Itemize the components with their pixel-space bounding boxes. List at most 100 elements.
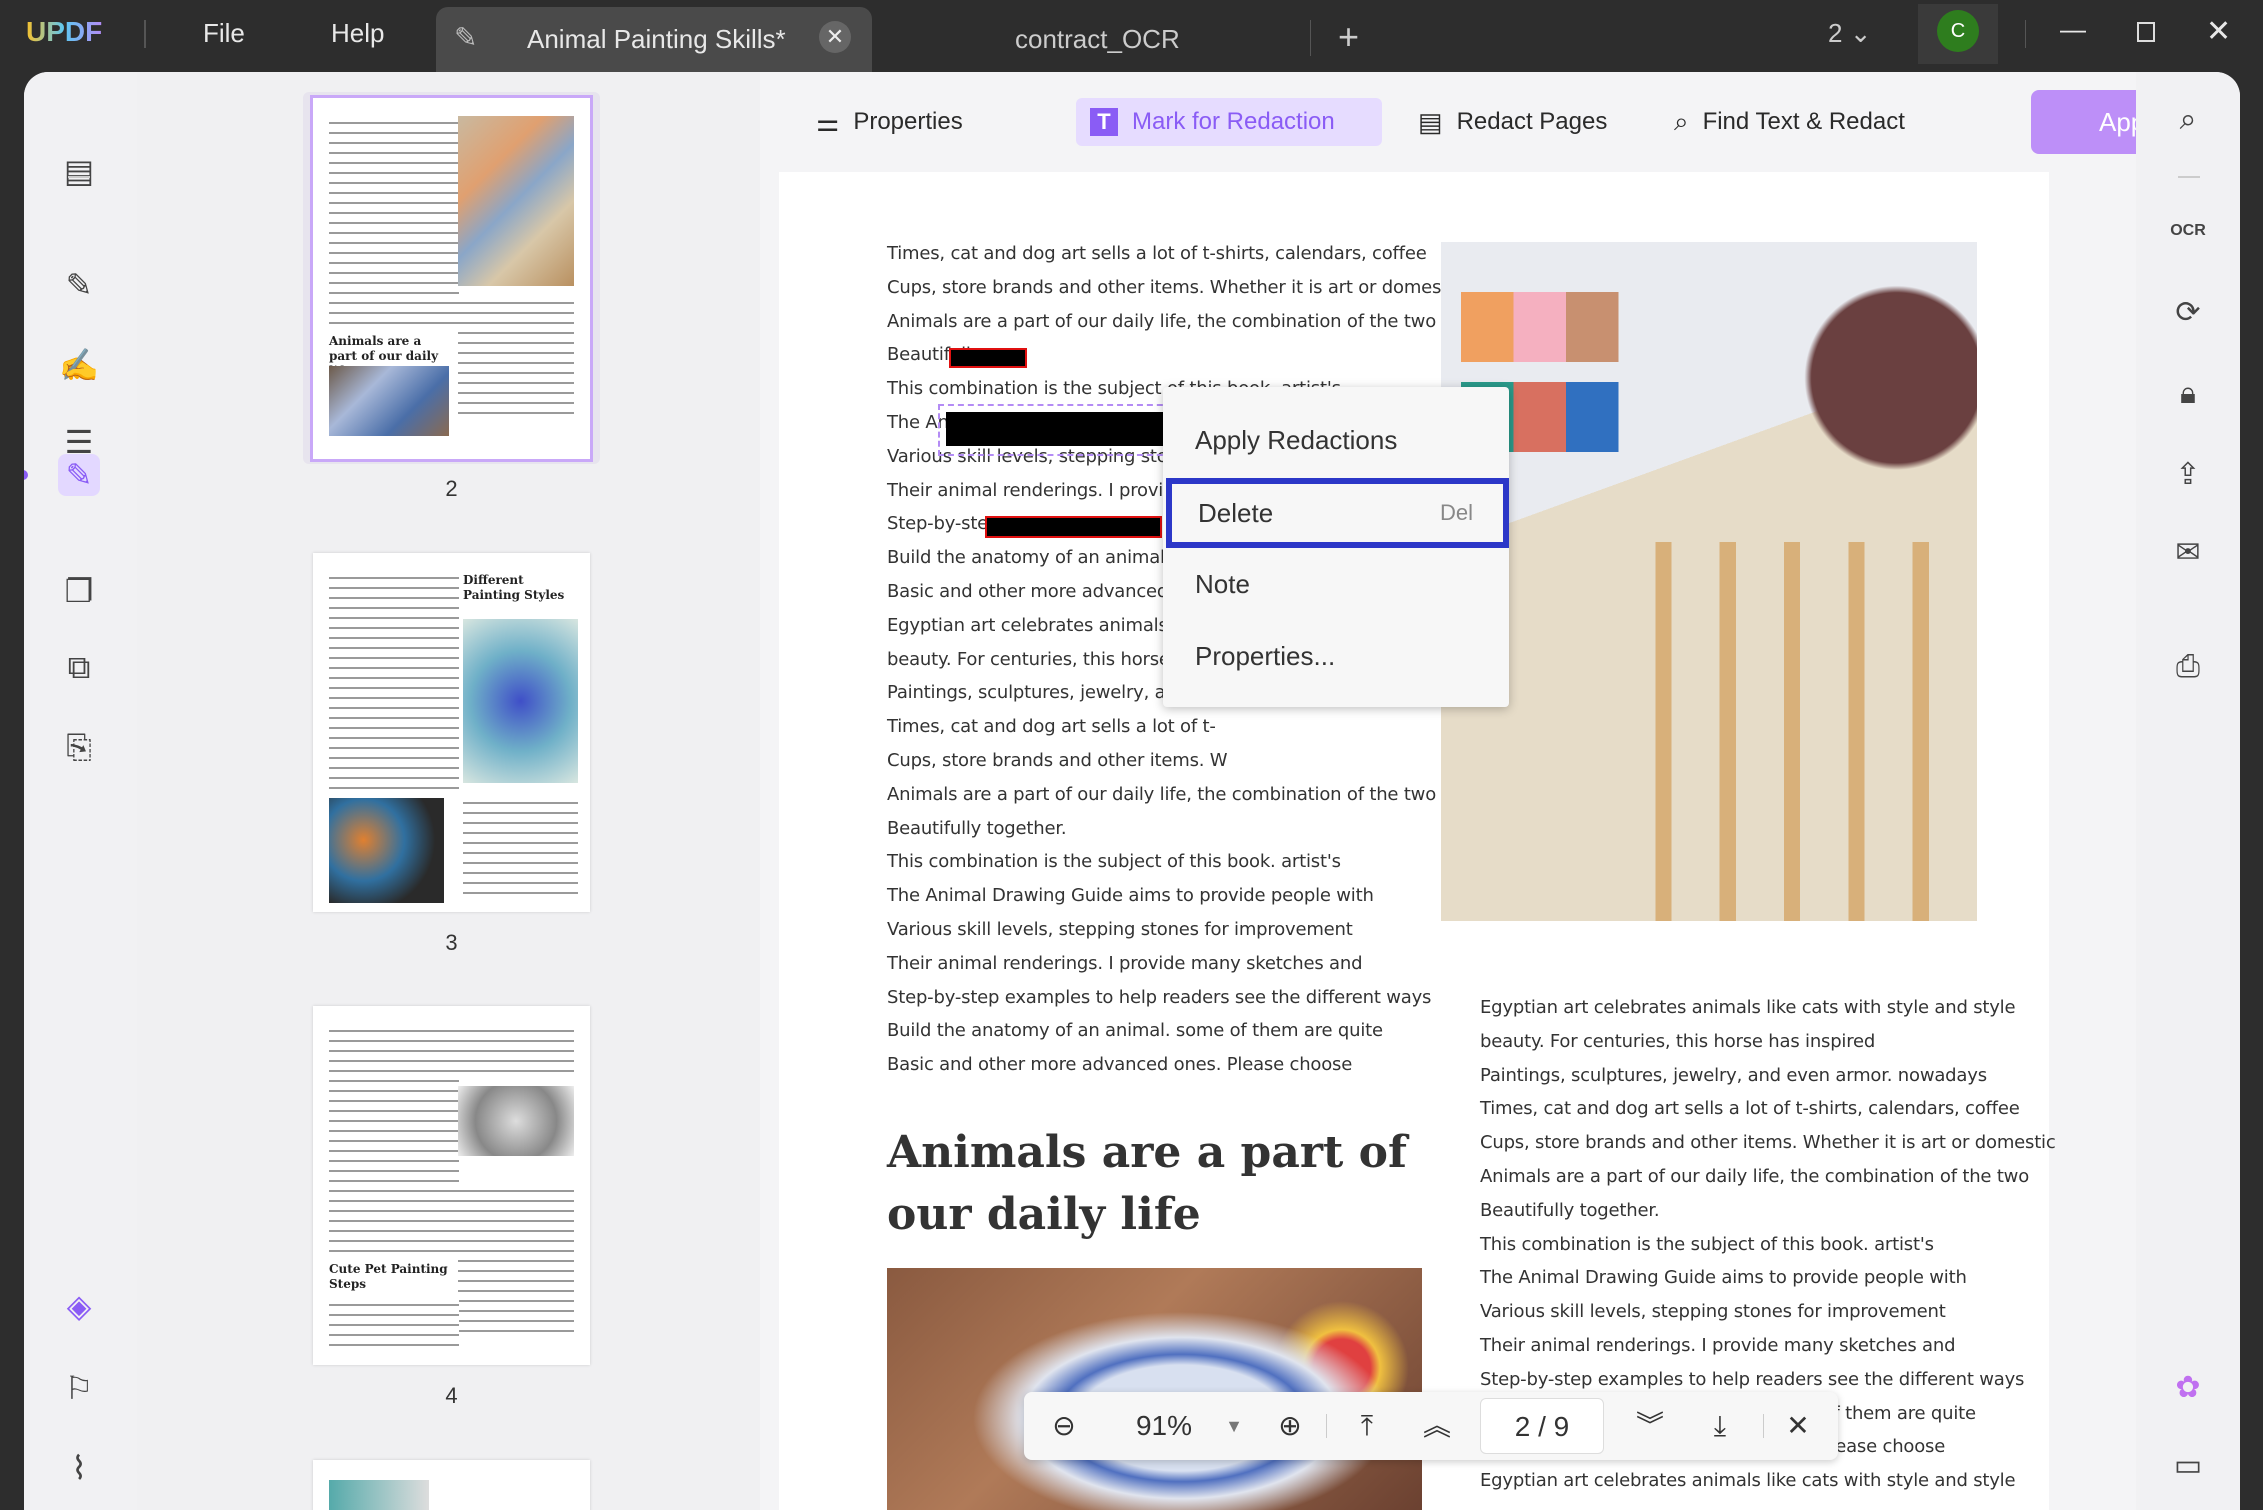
heading-line: Animals are a part of [887, 1127, 1407, 1178]
text-line: Times, cat and dog art sells a lot of t-… [1480, 1098, 2020, 1120]
chevron-down-icon: ⌄ [1849, 18, 1872, 48]
reader-icon[interactable]: ▤ [58, 150, 100, 192]
app-logo: UPDF [26, 16, 103, 47]
menu-delete[interactable]: Delete Del [1166, 478, 1509, 548]
text-line: Step-by-step examples to help readers se… [1480, 1368, 2025, 1390]
paint-cups-image [329, 798, 444, 903]
text-line: Cups, store brands and other items. Whet… [1480, 1132, 2056, 1154]
bookmark-icon[interactable]: ⚐ [58, 1367, 100, 1409]
organize-pages-icon[interactable]: ❐ [58, 570, 100, 612]
menu-properties[interactable]: Properties... [1163, 621, 1509, 691]
label: Redact Pages [1456, 108, 1608, 135]
tab-close-icon[interactable]: ✕ [819, 21, 851, 53]
redact-mark-icon: T [1090, 108, 1118, 136]
text-line: Paintings, sculptures, jewelry, and even… [1480, 1064, 1987, 1086]
label: Properties [853, 108, 963, 135]
redact-pages-button[interactable]: ▤ Redact Pages [1404, 98, 1621, 146]
thumbnail-page-4[interactable]: Cute Pet Painting Steps [313, 1006, 590, 1365]
pages-icon: ▤ [1418, 106, 1443, 137]
text-line: Cups, store brands and other items. Whet… [887, 276, 1463, 298]
last-page-icon[interactable]: ⤓ [1700, 1392, 1740, 1460]
thumb-heading: Different Painting Styles [463, 573, 565, 602]
search-icon[interactable]: ⌕ [2166, 98, 2210, 142]
close-window-button[interactable]: ✕ [2206, 14, 2231, 49]
menu-help[interactable]: Help [331, 18, 384, 49]
workspace: ▤ ✎ ✍ ☰ ✎ ❐ ⧉ ⎘ ◈ ⚐ ⌇ Animals are a part… [24, 72, 2240, 1510]
find-redact-icon: ⌕ [1674, 106, 1689, 136]
art-desk-image [887, 1268, 1422, 1510]
text-line: Cups, store brands and other items. W [887, 750, 1228, 771]
menu-file[interactable]: File [203, 18, 245, 49]
ocr-icon[interactable]: OCR [2166, 209, 2210, 253]
comment-icon[interactable]: ▭ [2166, 1444, 2210, 1488]
protect-icon[interactable]: 🔒︎ [2166, 372, 2210, 416]
attachment-icon[interactable]: ⌇ [58, 1447, 100, 1489]
thumbnail-page-2[interactable]: Animals are a part of our daily life [310, 95, 593, 462]
text-line: Various skill levels, stepping stones fo… [887, 919, 1353, 940]
minimize-button[interactable]: — [2060, 14, 2086, 45]
text-lines [329, 118, 459, 328]
share-icon[interactable]: ⇪ [2166, 453, 2210, 497]
tab-contract-ocr[interactable]: contract_OCR [1015, 24, 1180, 55]
thumbnail-page-5[interactable] [313, 1460, 590, 1510]
text-line: Beautifully together. [1480, 1199, 1660, 1221]
tab-label: Animal Painting Skills* [527, 24, 786, 54]
convert-icon[interactable]: ⟳ [2166, 291, 2210, 335]
text-line: Their animal renderings. I provide many … [1480, 1335, 1956, 1356]
text-line: Animals are a part of our daily life, th… [887, 783, 1437, 805]
close-bar-icon[interactable]: ✕ [1776, 1392, 1820, 1460]
avatar[interactable]: C [1937, 10, 1979, 52]
edit-pdf-icon[interactable]: ✍ [58, 344, 100, 386]
highlighter-icon[interactable]: ✎ [58, 264, 100, 306]
ai-assistant-icon[interactable]: ✿ [2166, 1366, 2210, 1410]
text-line: Times, cat and dog art sells a lot of t-… [887, 243, 1427, 264]
text-line: Animals are a part of our daily life, th… [887, 310, 1437, 332]
label: Find Text & Redact [1702, 108, 1905, 135]
redact-tool-icon[interactable]: ✎ [58, 454, 100, 496]
dog-sketch-image [458, 1086, 574, 1156]
window-count-dropdown[interactable]: 2 ⌄ [1828, 18, 1872, 49]
zoom-in-icon[interactable]: ⊕ [1270, 1392, 1310, 1460]
divider [1763, 1414, 1764, 1438]
find-text-redact-button[interactable]: ⌕ Find Text & Redact [1660, 98, 1919, 146]
thumb-image [329, 366, 449, 436]
menu-note[interactable]: Note [1163, 549, 1509, 619]
divider [144, 20, 146, 48]
mark-for-redaction-button[interactable]: T Mark for Redaction [1076, 98, 1382, 146]
text-line: The Animal Drawing Guide aims to provide… [887, 885, 1374, 907]
redaction-mark[interactable] [985, 516, 1162, 538]
text-line: This combination is the subject of this … [1480, 1233, 1934, 1255]
text-line: This combination is the subject of this … [887, 851, 1341, 873]
text-line: Egyptian art celebrates animals like cat… [1480, 1470, 2016, 1492]
redaction-toolbar: ⚌ Properties T Mark for Redaction ▤ Redact … [760, 72, 2160, 172]
palette-brushes-image [1441, 242, 1977, 921]
pages-icon[interactable]: ⎘ [58, 726, 100, 768]
text-line: Their animal renderings. I provide many … [887, 952, 1363, 974]
menu-apply-redactions[interactable]: Apply Redactions [1163, 405, 1509, 475]
redaction-mark[interactable] [949, 348, 1027, 368]
zoom-dropdown-icon[interactable]: ▼ [1214, 1392, 1254, 1460]
apply-button[interactable]: Apply [2031, 90, 2152, 154]
context-menu: Apply Redactions Delete Del Note Properti… [1163, 387, 1509, 707]
text-lines [329, 573, 459, 793]
thumbnail-page-3[interactable]: Different Painting Styles [313, 553, 590, 912]
zoom-out-icon[interactable]: ⊖ [1044, 1392, 1084, 1460]
tab-animal-painting-skills[interactable]: ✎ Animal Painting Skills* ✕ [436, 7, 872, 72]
page-input[interactable]: 2 / 9 [1480, 1398, 1604, 1454]
thumbnail-panel: Animals are a part of our daily life 2 D… [137, 72, 760, 1510]
save-icon[interactable]: ⎙ [2166, 645, 2210, 689]
label: Mark for Redaction [1132, 108, 1335, 135]
new-tab-button[interactable]: + [1338, 16, 1359, 58]
layers-icon[interactable]: ◈ [58, 1285, 100, 1327]
first-page-icon[interactable]: ⤒ [1347, 1392, 1387, 1460]
zoom-level[interactable]: 91% [1114, 1392, 1214, 1460]
previous-page-icon[interactable]: ︽ [1417, 1392, 1457, 1460]
text-line: Basic and other more advanced ones. Plea… [887, 1054, 1353, 1076]
crop-icon[interactable]: ⧉ [58, 646, 100, 688]
email-icon[interactable]: ✉ [2166, 531, 2210, 575]
properties-button[interactable]: ⚌ Properties [802, 98, 977, 146]
divider [1326, 1414, 1327, 1438]
maximize-button[interactable] [2137, 22, 2155, 42]
next-page-icon[interactable]: ︾ [1630, 1392, 1670, 1460]
divider [2025, 20, 2026, 48]
